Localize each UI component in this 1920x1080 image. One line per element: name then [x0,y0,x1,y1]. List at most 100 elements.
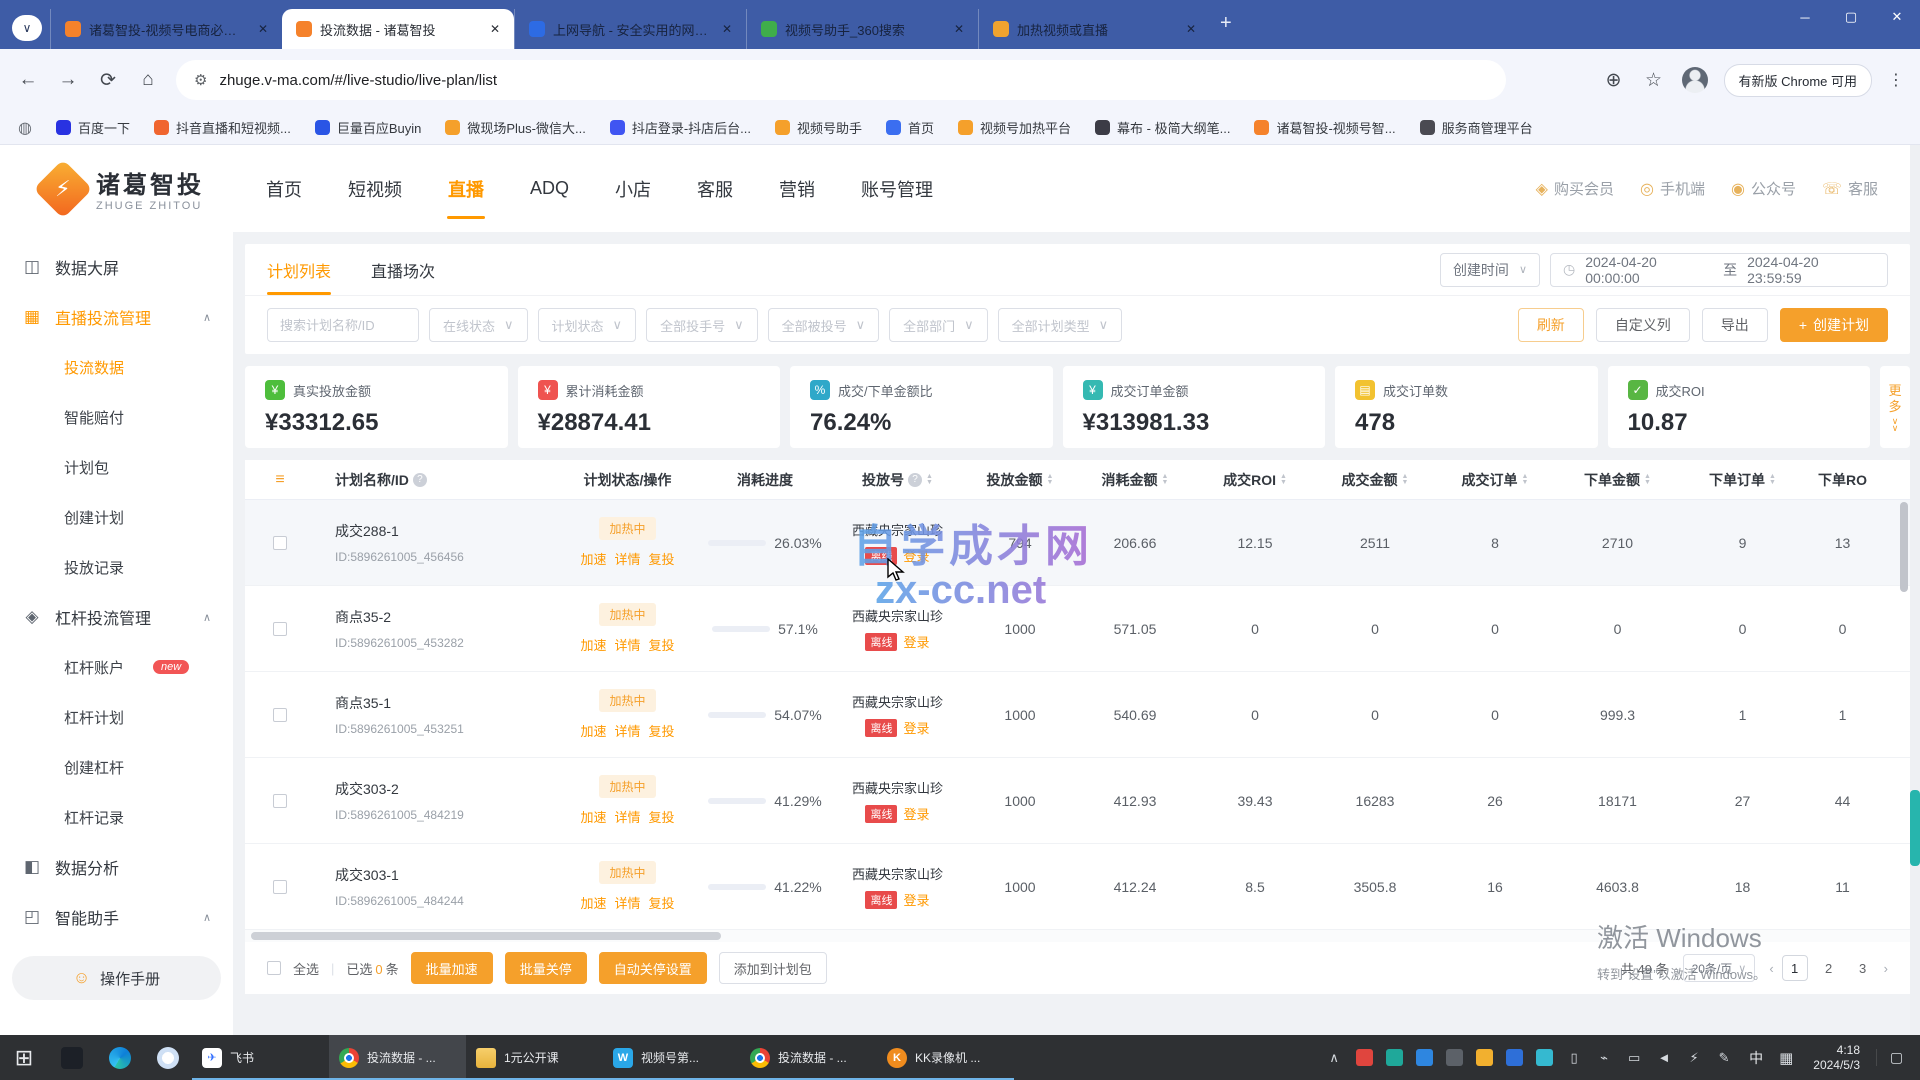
vertical-scroll-thumb[interactable] [1900,502,1908,592]
column-header[interactable]: 投放金额 ▲▼ [965,470,1075,490]
tab-close-icon[interactable]: ✕ [486,22,504,36]
bookmark-item[interactable]: 视频号助手 [775,118,862,137]
app-logo[interactable]: ⚡ 诸葛智投 ZHUGE ZHITOU [42,165,204,212]
row-checkbox[interactable] [273,880,287,894]
column-header[interactable]: 下单金额 ▲▼ [1555,470,1680,490]
taskbar-window-button[interactable]: 投流数据 - ... [740,1035,877,1080]
back-button[interactable]: ← [16,69,40,91]
login-link[interactable]: 登录 [903,804,929,823]
zoom-icon[interactable]: ⊕ [1602,69,1626,92]
reinvest-link[interactable]: 复投 [649,549,675,568]
reinvest-link[interactable]: 复投 [649,721,675,740]
tray-usb-icon[interactable]: ⚡ [1681,1045,1707,1071]
column-header[interactable]: 计划状态/操作 [555,470,700,490]
date-range-input[interactable]: ◷ 2024-04-20 00:00:00 至 2024-04-20 23:59… [1550,253,1888,287]
export-button[interactable]: 导出 [1702,308,1768,342]
manual-button[interactable]: ☺ 操作手册 [12,956,221,1000]
accelerate-link[interactable]: 加速 [580,635,606,654]
nav-item[interactable]: 直播 [448,145,484,232]
sort-icon[interactable]: ▲▼ [1280,474,1287,486]
tab-search-button[interactable]: ∨ [12,15,42,41]
reinvest-link[interactable]: 复投 [649,635,675,654]
add-to-package-button[interactable]: 添加到计划包 [719,952,827,984]
taskbar-window-button[interactable]: 投流数据 - ... [329,1035,466,1080]
sidebar-item[interactable]: 创建计划 [0,492,233,542]
plan-name[interactable]: 商点35-2 [335,607,391,627]
tray-bluetooth-icon[interactable]: ⌁ [1591,1045,1617,1071]
menu-kebab-icon[interactable]: ⋮ [1888,70,1904,90]
app-dark-icon[interactable] [48,1035,96,1080]
taskbar-window-button[interactable]: 视频号第... [603,1035,740,1080]
sidebar-item[interactable]: 直播投流管理 ∧ [0,292,233,342]
tray-volume-icon[interactable]: ◄ [1651,1045,1677,1071]
auto-stop-settings-button[interactable]: 自动关停设置 [599,952,707,984]
sidebar-item[interactable]: 投放记录 [0,542,233,592]
browser-tab[interactable]: 视频号助手_360搜索 ✕ [746,9,978,49]
login-link[interactable]: 登录 [903,890,929,909]
table-row[interactable]: 商点35-1 ID:5896261005_453251 加热中 加速 详情 复投 [245,672,1910,758]
bookmark-item[interactable]: 巨量百应Buyin [315,118,422,137]
sort-icon[interactable]: ▲▼ [1047,474,1054,486]
sidebar-item[interactable]: 杠杆投流管理 ∧ [0,592,233,642]
edge-icon[interactable] [96,1035,144,1080]
reload-button[interactable]: ⟳ [96,69,120,92]
taskbar-window-button[interactable]: 1元公开课 [466,1035,603,1080]
select-all-checkbox[interactable] [267,961,281,975]
sidebar-item[interactable]: 数据分析 [0,842,233,892]
chevron-up-icon[interactable]: ∧ [203,311,211,324]
tray-app-blue-icon[interactable] [1411,1045,1437,1071]
sidebar-item[interactable]: 智能助手 ∧ [0,892,233,942]
filter-dropdown[interactable]: 全部被投号 ∨ [768,308,880,342]
tab-close-icon[interactable]: ✕ [718,22,736,36]
row-checkbox[interactable] [273,708,287,722]
chevron-up-icon[interactable]: ∧ [203,611,211,624]
forward-button[interactable]: → [56,69,80,91]
page-number[interactable]: 2 [1816,955,1842,981]
detail-link[interactable]: 详情 [614,721,640,740]
detail-link[interactable]: 详情 [614,893,640,912]
page-scrollbar[interactable] [1910,145,1920,1035]
window-maximize-button[interactable]: ▢ [1828,0,1874,34]
sort-icon[interactable]: ▲▼ [1402,474,1409,486]
tray-app-red-icon[interactable] [1351,1045,1377,1071]
sidebar-item[interactable]: 创建杠杆 [0,742,233,792]
taskbar-window-button[interactable]: KK录像机 ... [877,1035,1014,1080]
taskbar-window-button[interactable]: 飞书 [192,1035,329,1080]
column-settings-icon[interactable]: ≡ [245,471,315,489]
plan-name[interactable]: 成交288-1 [335,521,399,541]
filter-dropdown[interactable]: 全部部门 ∨ [889,308,988,342]
table-row[interactable]: 成交288-1 ID:5896261005_456456 加热中 加速 详情 复… [245,500,1910,586]
horizontal-scrollbar[interactable] [245,930,1910,942]
create-plan-button[interactable]: + 创建计划 [1780,308,1888,342]
detail-link[interactable]: 详情 [614,549,640,568]
new-tab-button[interactable]: + [1220,12,1232,35]
info-icon[interactable]: ? [908,473,922,487]
browser-tab[interactable]: 诸葛智投-视频号电商必备工具 ✕ [50,9,282,49]
table-row[interactable]: 商点35-2 ID:5896261005_453282 加热中 加速 详情 复投 [245,586,1910,672]
ime-indicator[interactable]: 中 [1741,1048,1771,1068]
globe-icon[interactable]: ◍ [18,118,32,138]
site-settings-icon[interactable]: ⚙ [194,71,207,89]
bookmark-item[interactable]: 抖音直播和短视频... [154,118,291,137]
bookmark-item[interactable]: 抖店登录-抖店后台... [610,118,751,137]
table-row[interactable]: 成交303-1 ID:5896261005_484244 加热中 加速 详情 复… [245,844,1910,930]
sort-icon[interactable]: ▲▼ [1769,474,1776,486]
sort-icon[interactable]: ▲▼ [1644,474,1651,486]
notification-center-button[interactable]: ▢ [1876,1049,1916,1066]
column-header[interactable]: 成交ROI ▲▼ [1195,470,1315,490]
vertical-scrollbar[interactable] [1900,502,1908,942]
nav-item[interactable]: 小店 [615,145,651,232]
login-link[interactable]: 登录 [903,632,929,651]
tray-app-cyan-icon[interactable] [1531,1045,1557,1071]
sort-icon[interactable]: ▲▼ [1162,474,1169,486]
column-header[interactable]: 下单RO [1805,470,1880,490]
accelerate-link[interactable]: 加速 [580,721,606,740]
taskbar-clock[interactable]: 4:18 2024/5/3 [1801,1043,1872,1073]
filter-dropdown[interactable]: 全部投手号 ∨ [646,308,758,342]
page-size-select[interactable]: 20条/页 ∨ [1683,954,1756,982]
sidebar-item[interactable]: 杠杆计划 [0,692,233,742]
column-header[interactable]: 消耗进度 [700,470,830,490]
column-header[interactable]: 消耗金额 ▲▼ [1075,470,1195,490]
pager-next-icon[interactable]: › [1884,961,1888,976]
tray-app-dark-icon[interactable] [1441,1045,1467,1071]
